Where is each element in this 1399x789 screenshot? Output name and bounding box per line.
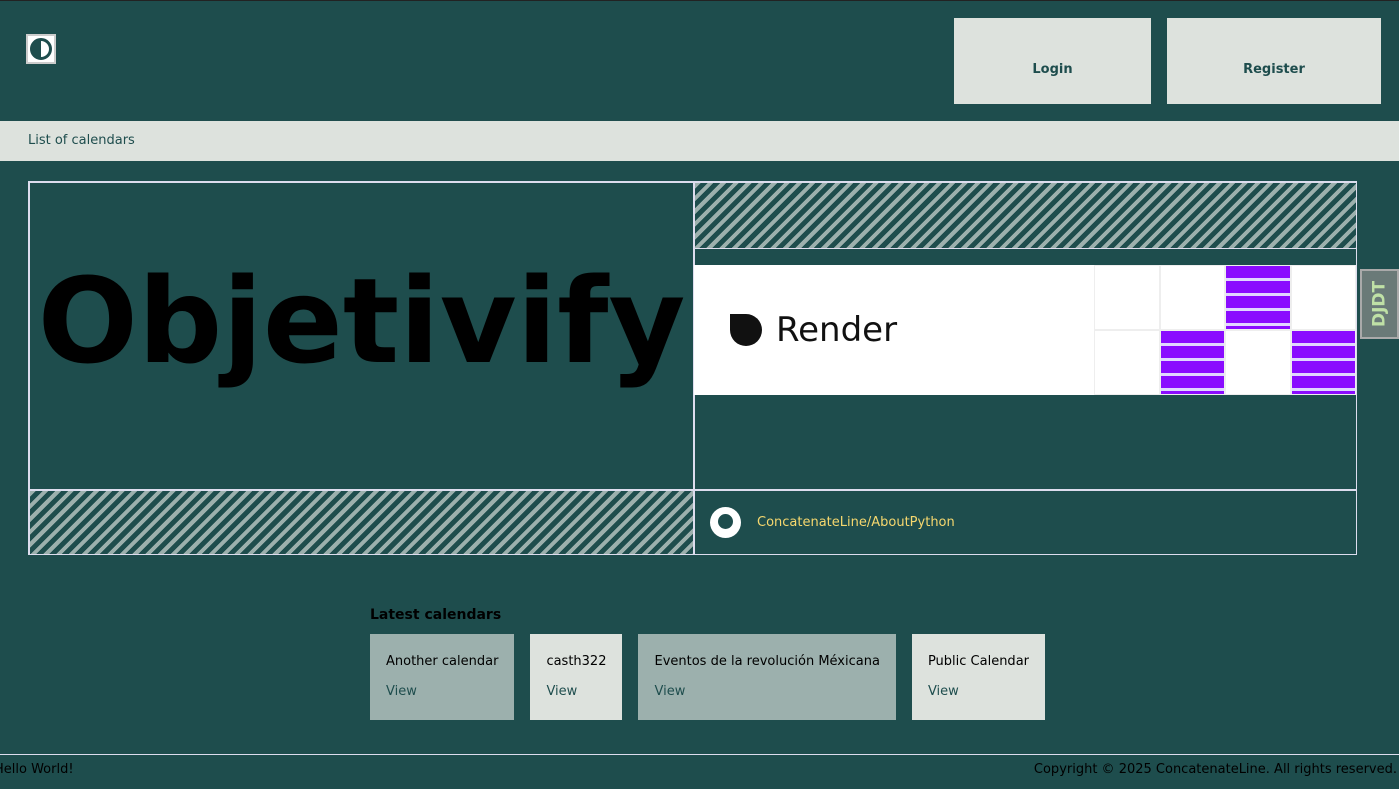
navbar: List of calendars: [0, 121, 1399, 161]
latest-calendars-heading: Latest calendars: [370, 607, 502, 623]
view-link[interactable]: View: [386, 684, 498, 699]
calendar-name: Another calendar: [386, 654, 499, 669]
calendar-cards: Another calendar View casth322 View Evento…: [370, 634, 1045, 720]
copyright: Copyright © 2025 ConcatenateLine. All ri…: [1033, 762, 1397, 777]
calendar-name: Eventos de la revolución Méxicana: [654, 654, 880, 669]
title-cell: [29, 182, 694, 490]
view-link[interactable]: View: [654, 684, 879, 699]
hero-grid: Objetivify Render ConcatenateLine/AboutP…: [28, 181, 1357, 555]
login-button[interactable]: Login: [954, 18, 1151, 104]
github-icon: [710, 507, 741, 538]
view-link[interactable]: View: [546, 684, 606, 699]
render-banner[interactable]: Render: [694, 265, 1356, 395]
render-mosaic: [1094, 265, 1356, 395]
footer-greeting: Hello World!: [0, 762, 74, 777]
calendar-card: Public Calendar View: [911, 634, 1045, 720]
hatch-pattern: [694, 182, 1357, 249]
repo-link[interactable]: ConcatenateLine/AboutPython: [757, 515, 955, 530]
theme-toggle-button[interactable]: [26, 34, 56, 64]
footer: Hello World! Copyright © 2025 Concatenat…: [0, 754, 1399, 789]
nav-list-of-calendars[interactable]: List of calendars: [28, 133, 135, 148]
calendar-name: casth322: [546, 654, 607, 669]
calendar-card: casth322 View: [530, 634, 623, 720]
calendar-name: Public Calendar: [927, 654, 1029, 669]
debug-toolbar-handle[interactable]: DJDT: [1360, 269, 1399, 339]
calendar-card: Another calendar View: [370, 634, 515, 720]
render-name: Render: [776, 310, 898, 350]
view-link[interactable]: View: [928, 684, 1029, 699]
hatch-pattern: [29, 490, 694, 555]
calendar-card: Eventos de la revolución Méxicana View: [638, 634, 896, 720]
register-button[interactable]: Register: [1167, 18, 1381, 104]
render-logo-icon: [730, 314, 762, 346]
contrast-icon: [30, 38, 52, 60]
